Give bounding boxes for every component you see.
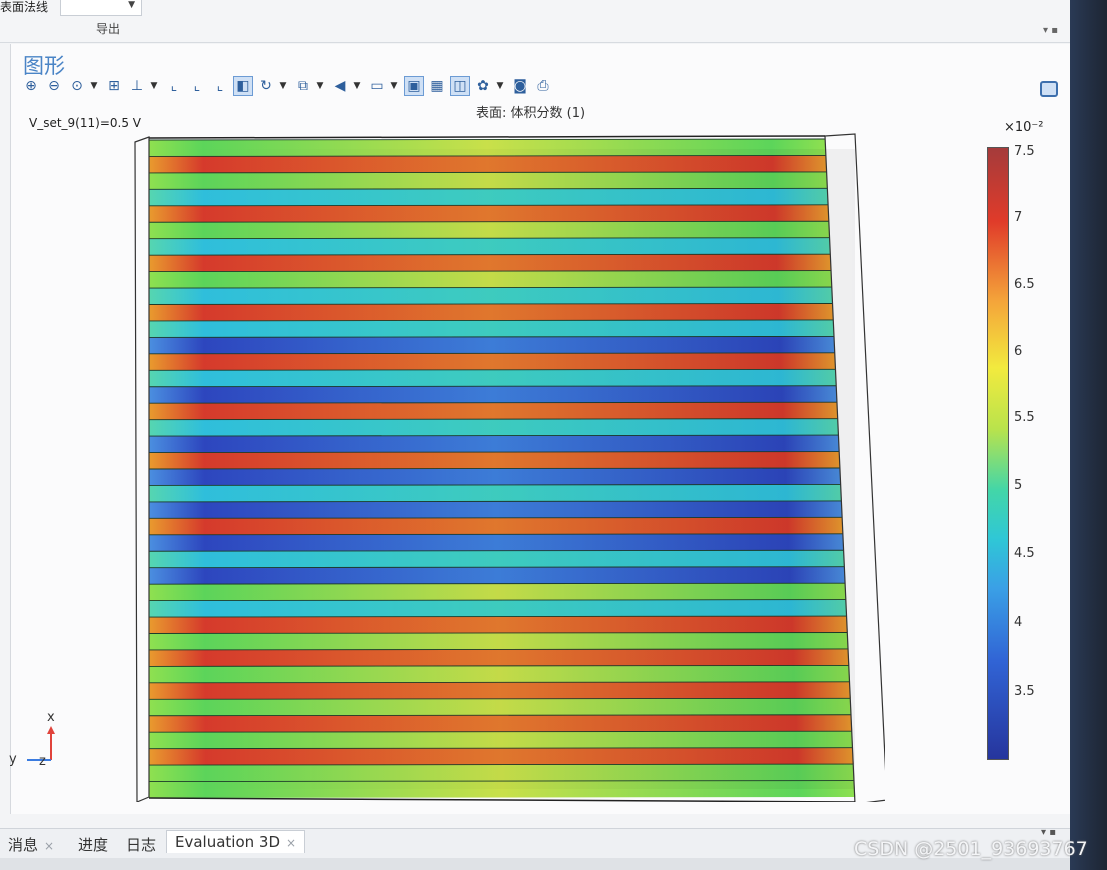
- left-frame: [134, 136, 150, 802]
- chevron-down-icon: ▼: [128, 0, 135, 10]
- tab-progress[interactable]: 进度: [78, 834, 108, 855]
- camera-icon[interactable]: ◙: [510, 76, 530, 96]
- wireframe-icon[interactable]: ▣: [404, 76, 424, 96]
- plot-title: 表面: 体积分数 (1): [476, 106, 586, 121]
- colorbar-tick: 7: [1014, 210, 1023, 225]
- ribbon-pin-icon[interactable]: ▾ ▪: [1043, 25, 1058, 36]
- top-edge: [148, 135, 826, 139]
- axis-triad: x y z: [3, 704, 63, 769]
- export-group-label: 导出: [96, 22, 121, 36]
- chevron-down-icon[interactable]: ▼: [150, 76, 158, 96]
- zoom-extents-icon[interactable]: ⊞: [104, 76, 124, 96]
- rotate-icon[interactable]: ↻: [256, 76, 276, 96]
- colorbar-tick: 6: [1014, 344, 1023, 359]
- surface-normal-label: 表面法线: [0, 0, 49, 14]
- screen: 表面法线 ▼ 导出 ▾ ▪ 图形 ⊕ ⊖ ⊙ ▼ ⊞ ⊥ ▼ ⌞ ⌞ ⌞ ◧ ↻…: [0, 0, 1071, 870]
- ribbon: 表面法线 ▼ 导出 ▾ ▪: [0, 0, 1070, 43]
- colorbar-tick: 3.5: [1014, 684, 1035, 699]
- ribbon-dropdown[interactable]: ▼: [60, 0, 142, 16]
- colorbar-tick: 4: [1014, 615, 1023, 630]
- x-axis-label: x: [47, 710, 55, 725]
- selection-mode-icon[interactable]: ⧉: [293, 76, 313, 96]
- tab-label: Evaluation 3D: [175, 833, 281, 851]
- scene-light-icon[interactable]: ◫: [450, 76, 470, 96]
- view-default-icon[interactable]: ◧: [233, 76, 253, 96]
- colorbar: [987, 147, 1009, 760]
- axis-orientation-icon[interactable]: ⊥: [127, 76, 147, 96]
- panel-maximize-icon[interactable]: [1040, 81, 1058, 97]
- bottom-edge: [148, 797, 856, 802]
- grid-icon[interactable]: ▦: [427, 76, 447, 96]
- chevron-down-icon[interactable]: ▼: [390, 76, 398, 96]
- print-icon[interactable]: ⎙: [533, 76, 553, 96]
- yz-view-icon[interactable]: ⌞: [187, 76, 207, 96]
- colorbar-tick: 5.5: [1014, 410, 1035, 425]
- screen-bezel: [1070, 0, 1107, 870]
- chevron-down-icon[interactable]: ▼: [496, 76, 504, 96]
- zoom-out-icon[interactable]: ⊖: [44, 76, 64, 96]
- expression-label: V_set_9(11)=0.5 V: [29, 116, 141, 130]
- surface-plot[interactable]: [125, 132, 885, 802]
- colorbar-tick: 7.5: [1014, 144, 1035, 159]
- zoom-box-icon[interactable]: ⊙: [67, 76, 87, 96]
- colorbar-exponent: ×10⁻²: [1004, 120, 1044, 135]
- tabs-pin-icon[interactable]: ▾ ▪: [1041, 827, 1056, 838]
- chevron-down-icon[interactable]: ▼: [90, 76, 98, 96]
- watermark: CSDN @2501_93693767: [854, 838, 1088, 860]
- colorbar-tick: 4.5: [1014, 546, 1035, 561]
- tab-messages[interactable]: 消息 ×: [8, 834, 54, 855]
- y-axis-label: y: [9, 752, 17, 767]
- transparency-icon[interactable]: ▭: [367, 76, 387, 96]
- chevron-down-icon[interactable]: ▼: [316, 76, 324, 96]
- tab-evaluation-3d[interactable]: Evaluation 3D ×: [166, 830, 306, 853]
- render-icon[interactable]: ✿: [473, 76, 493, 96]
- plot-shade: [149, 149, 855, 789]
- tab-label: 日志: [126, 836, 157, 854]
- xy-view-icon[interactable]: ⌞: [164, 76, 184, 96]
- graphics-panel: 图形 ⊕ ⊖ ⊙ ▼ ⊞ ⊥ ▼ ⌞ ⌞ ⌞ ◧ ↻ ▼ ⧉ ▼ ◀ ▼ ▭ ▼…: [9, 44, 1071, 814]
- xz-view-icon[interactable]: ⌞: [210, 76, 230, 96]
- tab-label: 消息: [8, 836, 39, 854]
- colorbar-tick: 6.5: [1014, 277, 1035, 292]
- chevron-down-icon[interactable]: ▼: [353, 76, 361, 96]
- tab-log[interactable]: 日志: [126, 834, 156, 855]
- zoom-in-icon[interactable]: ⊕: [21, 76, 41, 96]
- colorbar-tick: 5: [1014, 478, 1023, 493]
- graphics-toolbar: ⊕ ⊖ ⊙ ▼ ⊞ ⊥ ▼ ⌞ ⌞ ⌞ ◧ ↻ ▼ ⧉ ▼ ◀ ▼ ▭ ▼ ▣ …: [21, 75, 556, 97]
- close-icon[interactable]: ×: [286, 836, 296, 850]
- z-axis-label: z: [39, 754, 46, 769]
- close-icon[interactable]: ×: [44, 839, 54, 853]
- chevron-down-icon[interactable]: ▼: [279, 76, 287, 96]
- tab-label: 进度: [78, 836, 109, 854]
- light-icon[interactable]: ◀: [330, 76, 350, 96]
